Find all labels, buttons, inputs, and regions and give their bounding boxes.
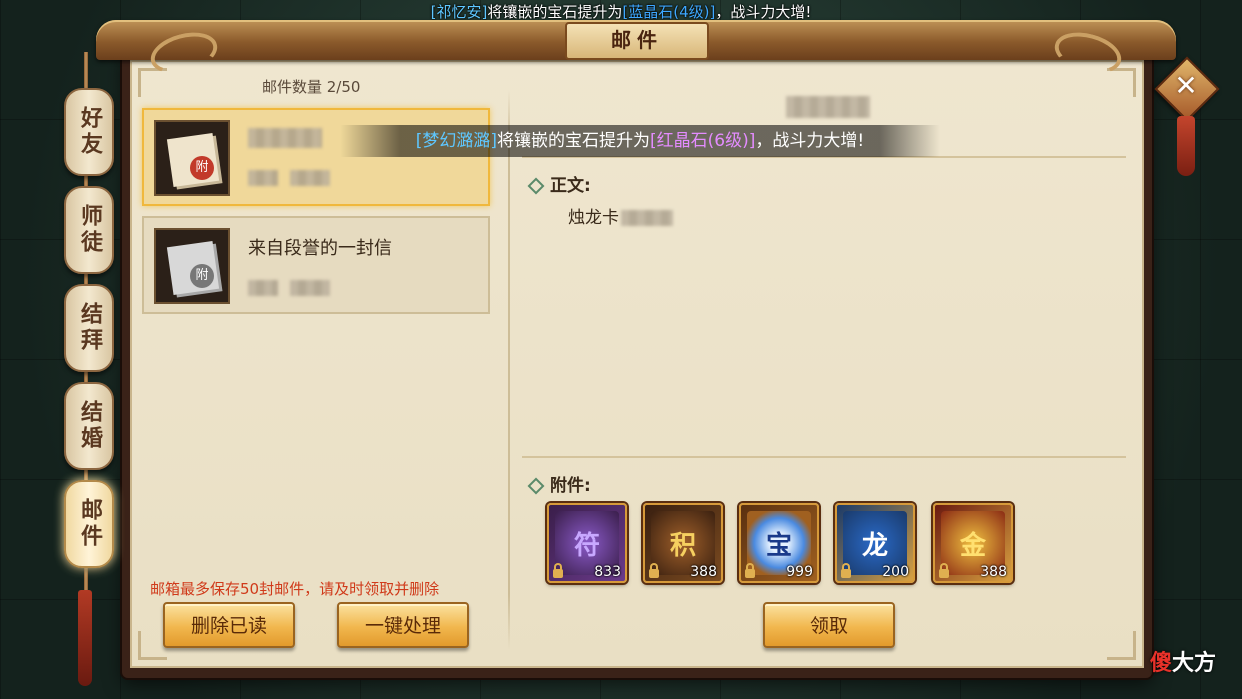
corner-ornament <box>1107 68 1136 97</box>
tab-mentor[interactable]: 师徒 <box>64 186 114 274</box>
watermark-logo: 傻大方 <box>1150 645 1216 677</box>
mail-list-item[interactable]: 附 <box>142 108 490 206</box>
mail-body-text: 烛龙卡 <box>568 203 673 228</box>
sender-redacted <box>786 96 870 118</box>
attachment-slot[interactable]: 积 388 <box>643 503 723 583</box>
mail-attachment-icon: 附 <box>154 120 230 196</box>
player-name: [梦幻潞潞] <box>415 131 498 151</box>
attachment-seal-icon: 附 <box>190 264 214 288</box>
watermark-red: 傻 <box>1150 651 1173 676</box>
retention-notice: 邮箱最多保存50封邮件，请及时领取并删除 <box>150 580 440 598</box>
broadcast-suffix: ，战斗力大增! <box>715 3 812 21</box>
watermark-white: 大方 <box>1172 651 1217 676</box>
mail-time-redacted <box>290 280 330 296</box>
window-title: 邮件 <box>565 22 709 60</box>
lock-icon <box>649 563 659 578</box>
attachment-slot[interactable]: 符 833 <box>547 503 627 583</box>
delete-read-button[interactable]: 删除已读 <box>163 602 295 648</box>
attachment-slot[interactable]: 宝 999 <box>739 503 819 583</box>
attachments-label: 附件: <box>527 471 591 496</box>
attachment-count: 999 <box>786 564 813 580</box>
diamond-bullet-icon <box>527 477 545 495</box>
body-label-text: 正文: <box>550 176 591 196</box>
system-broadcast-overlay: [梦幻潞潞]将镶嵌的宝石提升为[红晶石(6级)]，战斗力大增! <box>340 125 940 157</box>
tassel-ornament <box>78 590 92 686</box>
player-name: [祁忆安] <box>430 3 488 21</box>
attachment-slot[interactable]: 金 388 <box>933 503 1013 583</box>
mail-list-item[interactable]: 附 来自段誉的一封信 <box>142 216 490 314</box>
mail-date-redacted <box>248 280 278 296</box>
corner-ornament <box>1107 631 1136 660</box>
lock-icon <box>841 563 851 578</box>
mail-read-icon: 附 <box>154 228 230 304</box>
attachment-slot[interactable]: 龙 200 <box>835 503 915 583</box>
close-icon[interactable]: ✕ <box>1172 72 1200 100</box>
lock-icon <box>745 563 755 578</box>
lock-icon <box>553 563 563 578</box>
attachment-count: 388 <box>690 564 717 580</box>
mail-title-redacted <box>248 128 322 148</box>
mail-time-redacted <box>290 170 330 186</box>
one-click-process-button[interactable]: 一键处理 <box>337 602 469 648</box>
diamond-bullet-icon <box>527 177 545 195</box>
tab-mail[interactable]: 邮件 <box>64 480 114 568</box>
tab-marriage[interactable]: 结婚 <box>64 382 114 470</box>
attachment-count: 833 <box>594 564 621 580</box>
gem-name: [蓝晶石(4级)] <box>622 3 716 21</box>
attachments-label-text: 附件: <box>550 476 591 496</box>
lantern-ornament <box>1177 116 1195 176</box>
panel-divider <box>508 90 510 650</box>
mail-body-visible: 烛龙卡 <box>568 208 619 228</box>
broadcast-action: 将镶嵌的宝石提升为 <box>497 131 651 151</box>
mail-body-redacted <box>621 210 673 226</box>
body-label: 正文: <box>527 171 591 196</box>
mail-title: 来自段誉的一封信 <box>248 238 392 259</box>
detail-divider <box>522 456 1126 458</box>
gem-name: [红晶石(6级)] <box>650 131 756 151</box>
lock-icon <box>939 563 949 578</box>
corner-ornament <box>138 68 167 97</box>
tab-sworn-brothers[interactable]: 结拜 <box>64 284 114 372</box>
mail-count: 邮件数量 2/50 <box>262 78 361 96</box>
attachment-count: 388 <box>980 564 1007 580</box>
attachment-seal-icon: 附 <box>190 156 214 180</box>
claim-button[interactable]: 领取 <box>763 602 895 648</box>
attachment-count: 200 <box>882 564 909 580</box>
mail-date-redacted <box>248 170 278 186</box>
broadcast-action: 将镶嵌的宝石提升为 <box>487 3 623 21</box>
broadcast-suffix: ，战斗力大增! <box>755 131 865 151</box>
tab-friends[interactable]: 好友 <box>64 88 114 176</box>
